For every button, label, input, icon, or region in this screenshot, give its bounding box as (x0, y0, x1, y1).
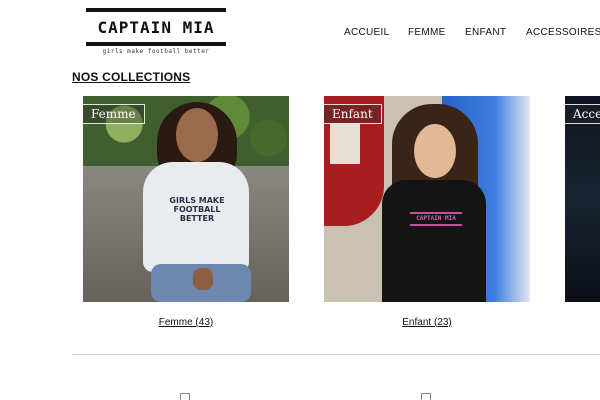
logo-tagline: girls make football better (102, 48, 210, 55)
collection-card-enfant[interactable]: CAPTAIN MIA Enfant (324, 96, 530, 302)
collection-tag-enfant: Enfant (324, 104, 382, 124)
collection-link-enfant[interactable]: Enfant (23) (402, 317, 451, 328)
brand-logo[interactable]: CAPTAIN MIA girls make football better (86, 8, 226, 55)
collection-card-femme[interactable]: GIRLS MAKE FOOTBALL BETTER Femme (83, 96, 289, 302)
collection-photo-enfant[interactable]: CAPTAIN MIA (324, 96, 530, 302)
collection-link-femme[interactable]: Femme (43) (159, 317, 213, 328)
collection-card-accessoires[interactable]: Access (565, 96, 600, 302)
collection-caption-enfant: Enfant (23) (324, 317, 530, 328)
collection-photo-femme[interactable]: GIRLS MAKE FOOTBALL BETTER (83, 96, 289, 302)
checkbox[interactable] (421, 393, 431, 400)
collection-tag-accessoires: Access (565, 104, 600, 124)
collection-caption-femme: Femme (43) (83, 317, 289, 328)
logo-name: CAPTAIN MIA (97, 18, 215, 37)
shirt-print-text: CAPTAIN MIA (410, 212, 462, 226)
nav-item-accueil[interactable]: ACCUEIL (344, 27, 389, 38)
nav-item-enfant[interactable]: ENFANT (465, 27, 506, 38)
collection-photo-accessoires[interactable] (565, 96, 600, 302)
nav-item-accessoires[interactable]: ACCESSOIRES (526, 27, 600, 38)
logo-top-bar (86, 8, 226, 12)
section-divider (72, 354, 600, 355)
checkbox[interactable] (180, 393, 190, 400)
shirt-print-text: GIRLS MAKE FOOTBALL BETTER (169, 196, 225, 223)
logo-bottom-bar (86, 42, 226, 46)
nav-item-femme[interactable]: FEMME (408, 27, 446, 38)
collections-title: NOS COLLECTIONS (72, 70, 191, 84)
collection-tag-femme: Femme (83, 104, 145, 124)
main-nav: ACCUEIL FEMME ENFANT ACCESSOIRES (330, 27, 600, 39)
